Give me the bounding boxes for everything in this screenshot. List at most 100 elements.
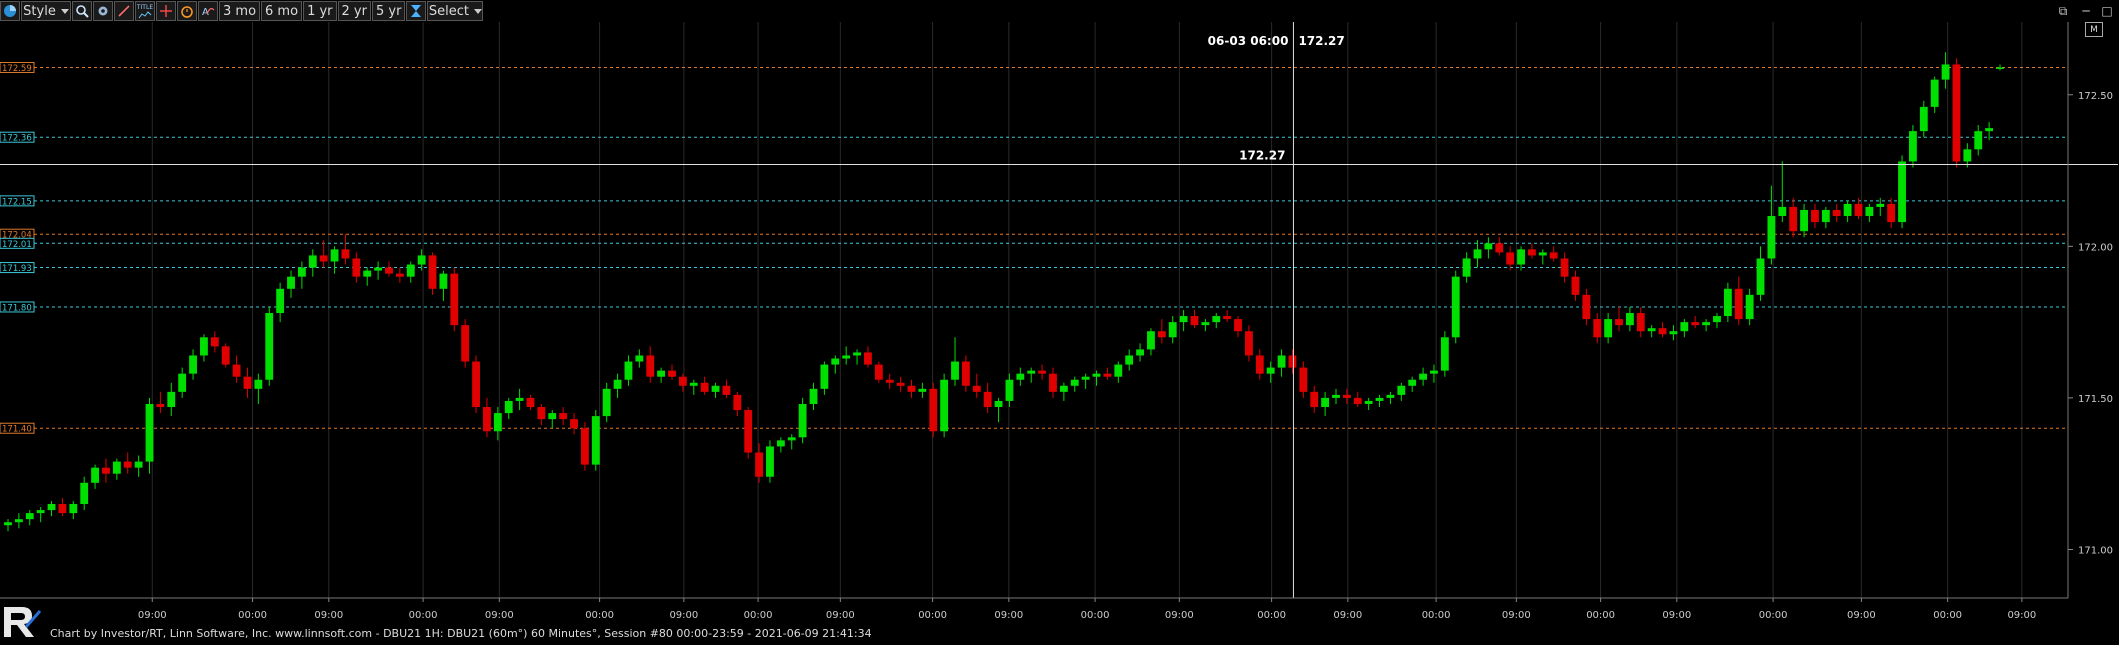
candle [940,379,949,432]
candle [91,467,100,483]
candle [864,352,872,365]
candle [1081,376,1090,380]
candle [36,510,45,514]
candle [1571,276,1580,295]
candle [1114,364,1123,377]
candle [1843,203,1852,217]
candle [1789,206,1798,232]
candle [1723,288,1732,317]
candle [221,346,230,365]
candle [1201,322,1210,326]
x-tick-label: 00:00 [1081,610,1110,621]
candle [548,413,557,420]
reference-label: 171.40 [2,425,32,435]
candle [265,313,274,380]
candle [1157,331,1166,338]
candle [1386,394,1395,398]
candle [1854,203,1863,217]
candle [308,255,317,268]
candle [559,413,568,420]
reference-label: 172.36 [2,134,32,144]
candle [787,437,796,441]
candle [602,388,611,417]
candle [678,376,687,386]
candle [1963,149,1972,162]
candle [733,394,742,411]
candle [1277,355,1286,368]
candle [689,382,698,386]
candle [102,467,110,474]
candle [80,482,89,505]
candle [1059,385,1068,392]
footer-caption: Chart by Investor/RT, Linn Software, Inc… [50,627,872,640]
candle [809,388,818,404]
candle [776,440,785,447]
candle [1397,385,1406,395]
candle [341,249,350,259]
candle [4,522,12,526]
candle [363,270,372,277]
candle [831,358,840,365]
candle [1364,400,1373,404]
candle [1887,203,1896,223]
x-tick-label: 00:00 [238,610,267,621]
candle [1147,331,1155,350]
candle [1811,209,1819,223]
candle [722,385,731,395]
candle [472,361,480,408]
candle [853,352,861,356]
candle [69,504,78,514]
candle [1647,328,1656,332]
x-tick-label: 09:00 [1847,610,1876,621]
candle [1876,203,1885,207]
candle [1234,319,1242,332]
candle [537,407,546,420]
candle [1898,161,1906,223]
candle [1070,379,1079,386]
candle [1865,206,1874,217]
price-chart[interactable]: 172.59172.36172.15172.04172.01171.93171.… [0,0,2119,641]
candle [1778,206,1787,217]
candle [210,337,219,347]
candle [1528,249,1536,256]
candle [493,413,502,432]
x-tick-label: 00:00 [409,610,438,621]
candle [450,273,459,326]
candle [167,391,176,408]
candle [1168,322,1177,338]
candle [798,403,807,438]
candle [1332,394,1340,398]
x-tick-label: 09:00 [1502,610,1531,621]
candle [580,428,589,465]
x-axis: 09:00 00:00 09:00 00:00 09:00 00:00 09:00 00:00… [0,597,2068,621]
candle [1288,355,1297,368]
candle [428,255,437,289]
candle [1419,373,1428,380]
x-tick-label: 00:00 [1422,610,1451,621]
candle [1430,370,1438,374]
candle [385,267,393,274]
x-tick-label: 09:00 [1662,610,1691,621]
candle [1484,243,1493,250]
candle [1342,394,1351,398]
candle [744,410,753,453]
x-tick-label: 09:00 [1165,610,1194,621]
candle [1506,252,1515,265]
candle [189,355,197,374]
candle [657,370,666,377]
candle [417,255,426,265]
candle [352,258,361,277]
candle [395,273,404,277]
candle [1038,370,1047,374]
investor-rt-logo-icon [0,601,46,641]
candle [1353,397,1362,404]
candle [1974,131,1983,150]
y-tick-label: 172.00 [2078,242,2113,253]
candle [1593,319,1602,338]
candle [591,416,600,465]
candle [14,519,23,523]
candle [1027,370,1036,374]
x-tick-label: 00:00 [744,610,773,621]
candle [1549,252,1558,259]
candle [1691,322,1700,326]
